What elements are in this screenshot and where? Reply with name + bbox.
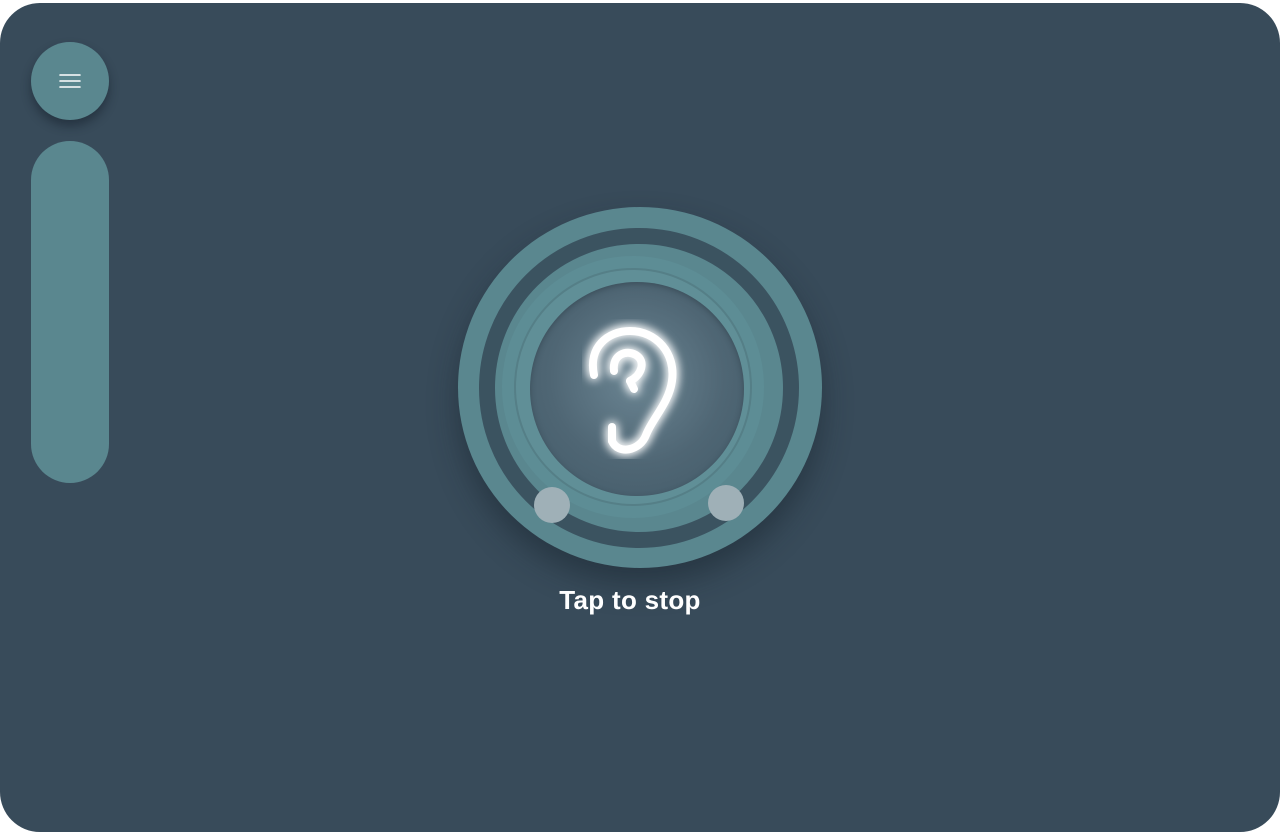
hamburger-menu-icon	[59, 74, 81, 88]
menu-button[interactable]	[31, 42, 109, 120]
listen-core[interactable]	[530, 282, 744, 496]
right-range-handle[interactable]	[708, 485, 744, 521]
side-panel	[31, 141, 109, 483]
ear-icon	[588, 327, 677, 454]
app-window: Tap to stop	[0, 3, 1280, 832]
left-range-handle[interactable]	[534, 487, 570, 523]
status-label[interactable]: Tap to stop	[0, 585, 1260, 616]
listen-dial[interactable]	[458, 207, 822, 568]
